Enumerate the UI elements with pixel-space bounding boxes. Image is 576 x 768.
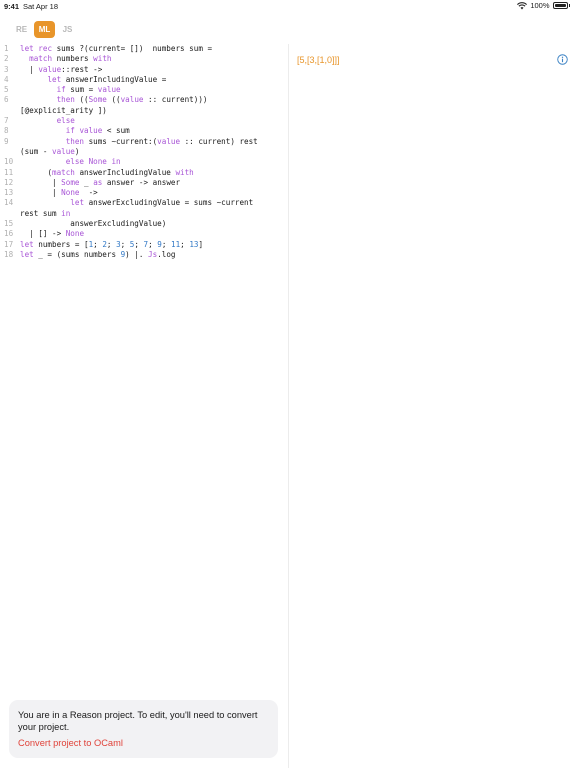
code-line[interactable]: 8 if value < sum — [0, 126, 288, 136]
line-number: 1 — [4, 44, 9, 53]
line-number: 10 — [4, 157, 14, 167]
code-text: match numbers with — [29, 54, 112, 64]
console-output: [5,[3,[1,0]]] — [297, 55, 340, 65]
code-text: then sums ~current:(value :: current) re… — [65, 136, 258, 146]
code-line[interactable]: 9 then sums ~current:(value :: current) … — [0, 137, 288, 147]
language-tabs: RE ML JS — [11, 21, 78, 38]
tab-js[interactable]: JS — [57, 21, 78, 38]
code-text: let numbers = [1; 2; 3; 5; 7; 9; 11; 13] — [20, 239, 204, 249]
convert-project-banner: You are in a Reason project. To edit, yo… — [9, 700, 278, 758]
line-number: 9 — [4, 136, 9, 146]
line-number: 14 — [4, 198, 14, 208]
code-line[interactable]: 14 let answerExcludingValue = sums ~curr… — [0, 198, 288, 208]
code-text: else — [56, 116, 75, 126]
line-number: 2 — [4, 54, 9, 64]
convert-to-ocaml-link[interactable]: Convert project to OCaml — [18, 737, 123, 749]
status-date: Sat Apr 18 — [23, 2, 59, 11]
line-number: 16 — [4, 229, 14, 239]
code-text: [@explicit_arity ]) — [20, 105, 107, 115]
code-line[interactable]: 3 | value::rest -> — [0, 65, 288, 75]
code-text: | Some _ as answer -> answer — [20, 177, 181, 187]
code-line[interactable]: 5 if sum = value — [0, 85, 288, 95]
status-bar: 9:41 Sat Apr 18 100% — [0, 0, 576, 14]
battery-icon — [552, 2, 568, 9]
tab-ml[interactable]: ML — [34, 21, 55, 38]
code-line[interactable]: 7 else — [0, 116, 288, 126]
line-number: 15 — [4, 219, 14, 229]
code-text: (match answerIncludingValue with — [20, 167, 194, 177]
code-text: | [] -> None — [20, 229, 85, 239]
code-text: let answerExcludingValue = sums ~current — [70, 198, 254, 208]
code-text: answerExcludingValue) — [20, 219, 167, 229]
line-number: 3 — [4, 64, 9, 74]
code-line[interactable]: 17 let numbers = [1; 2; 3; 5; 7; 9; 11; 1… — [0, 240, 288, 250]
code-line[interactable]: 11 (match answerIncludingValue with — [0, 168, 288, 178]
code-line[interactable]: 6 then ((Some ((value :: current))) — [0, 95, 288, 105]
code-text: if value < sum — [65, 126, 130, 136]
code-text: let rec sums ?(current= []) numbers sum … — [20, 44, 213, 53]
code-line[interactable]: 13 | None -> — [0, 188, 288, 198]
code-text: (sum - value) — [20, 146, 80, 156]
battery-tip-icon — [568, 4, 570, 7]
code-line[interactable]: 1 let rec sums ?(current= []) numbers sum… — [0, 44, 288, 54]
code-line[interactable]: 16 | [] -> None — [0, 229, 288, 239]
line-number: 7 — [4, 116, 9, 126]
line-number: 8 — [4, 126, 9, 136]
code-line[interactable]: rest sum in — [0, 209, 288, 219]
line-number: 13 — [4, 188, 14, 198]
code-line[interactable]: 4 let answerIncludingValue = — [0, 75, 288, 85]
line-number: 5 — [4, 85, 9, 95]
code-line[interactable]: [@explicit_arity ]) — [0, 106, 288, 116]
info-circle-icon[interactable] — [557, 54, 568, 65]
banner-message: You are in a Reason project. To edit, yo… — [18, 710, 258, 732]
code-line[interactable]: 10 else None in — [0, 157, 288, 167]
code-text: | None -> — [20, 188, 98, 198]
line-number: 4 — [4, 74, 9, 84]
code-text: let _ = (sums numbers 9) |. Js.log — [20, 249, 176, 259]
code-text: then ((Some ((value :: current))) — [56, 95, 208, 105]
pane-divider — [288, 44, 289, 768]
code-line[interactable]: 12 | Some _ as answer -> answer — [0, 178, 288, 188]
code-text: | value::rest -> — [20, 64, 103, 74]
code-editor[interactable]: 1 let rec sums ?(current= []) numbers sum… — [0, 44, 288, 260]
line-number: 11 — [4, 167, 14, 177]
tab-re[interactable]: RE — [11, 21, 32, 38]
code-line[interactable]: 18 let _ = (sums numbers 9) |. Js.log — [0, 250, 288, 260]
line-number: 18 — [4, 249, 14, 259]
wifi-icon — [517, 1, 528, 9]
status-time: 9:41 — [4, 2, 20, 11]
code-line[interactable]: 2 match numbers with — [0, 54, 288, 64]
status-right: 100% — [517, 1, 570, 10]
code-text: rest sum in — [20, 208, 71, 218]
code-text: let answerIncludingValue = — [47, 74, 167, 84]
line-number: 17 — [4, 239, 14, 249]
code-text: if sum = value — [56, 85, 121, 95]
line-number: 6 — [4, 95, 9, 105]
battery-percentage: 100% — [530, 1, 550, 10]
line-number: 12 — [4, 177, 14, 187]
code-line[interactable]: (sum - value) — [0, 147, 288, 157]
code-line[interactable]: 15 answerExcludingValue) — [0, 219, 288, 229]
code-text: else None in — [65, 157, 121, 167]
